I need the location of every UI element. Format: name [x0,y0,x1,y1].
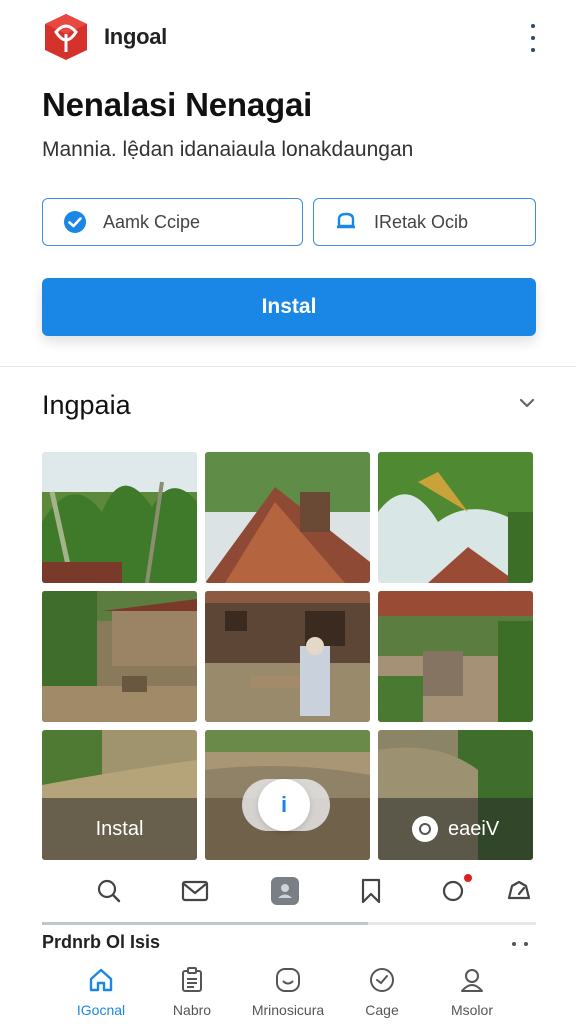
install-button[interactable]: Instal [42,278,536,336]
gallery-share-overlay[interactable]: eaeiV [378,798,533,860]
option-left-button[interactable]: Aamk Ccipe [42,198,303,246]
tab-label: Nabro [172,1002,212,1018]
notification-badge [462,872,474,884]
tab-label: Mrinosicura [251,1002,325,1018]
option-right-button[interactable]: IRetak Ocib [313,198,536,246]
progress-fill [42,922,369,925]
home-icon [87,966,115,994]
tab-clipboard[interactable]: Nabro [144,966,240,1022]
smiley-icon [274,966,302,994]
mail-icon[interactable] [180,876,210,906]
gallery-share-label: eaeiV [448,817,500,840]
app-logo-icon[interactable] [42,12,90,62]
circle-icon [412,816,438,842]
more-horizontal-icon[interactable] [512,942,528,948]
gallery-photo-shrine[interactable] [378,591,533,722]
dashboard-icon[interactable] [504,876,534,906]
tab-label: Cage [365,1002,399,1018]
check-circle-icon [63,210,87,234]
option-right-label: IRetak Ocib [374,211,469,232]
gallery-photo-porch[interactable] [205,591,370,722]
clipboard-icon [178,966,206,994]
chevron-down-icon[interactable] [516,394,538,412]
divider [0,366,576,367]
info-icon: i [258,779,310,831]
search-icon[interactable] [94,876,124,906]
top-bar: Ingoal [0,0,576,76]
bottom-section-heading: Prdnrb Ol Isis [42,932,161,952]
notification-icon[interactable] [438,872,474,906]
info-toggle[interactable]: i [242,779,330,831]
gallery-photo-banana-trees[interactable] [42,452,197,583]
page-title: Nenalasi Nenagai [42,86,313,123]
progress-bar [42,922,536,925]
chat-bubble-icon [334,210,358,234]
page-subtitle: Mannia. lệdan idanaiaula lonakdaungan [42,138,414,161]
gallery-photo-house-roof[interactable] [205,452,370,583]
tab-label: Msolor [450,1002,493,1018]
bottom-tab-bar: IGocnal Nabro Mrinosicura Cage Msolor [0,960,576,1024]
bookmark-icon[interactable] [356,876,386,906]
profile-square-icon[interactable] [270,876,300,906]
tab-check[interactable]: Cage [334,966,430,1022]
gallery-photo-stream-right[interactable]: eaeiV [378,730,533,860]
tab-label: IGocnal [76,1002,126,1018]
action-row [42,870,536,914]
gallery-photo-palm-house[interactable] [378,452,533,583]
tab-home[interactable]: IGocnal [53,966,149,1022]
gallery-photo-yard-hut[interactable] [42,591,197,722]
gallery-photo-stream-left[interactable]: Instal [42,730,197,860]
section-title: Ingpaia [42,390,131,420]
option-left-label: Aamk Ccipe [103,211,201,232]
user-icon [458,966,486,994]
check-circle-icon [368,966,396,994]
tab-smiley[interactable]: Mrinosicura [240,966,336,1022]
app-name: Ingoal [104,24,167,49]
gallery-install-overlay[interactable]: Instal [42,798,197,860]
more-options-icon[interactable] [526,22,540,54]
tab-profile[interactable]: Msolor [424,966,520,1022]
